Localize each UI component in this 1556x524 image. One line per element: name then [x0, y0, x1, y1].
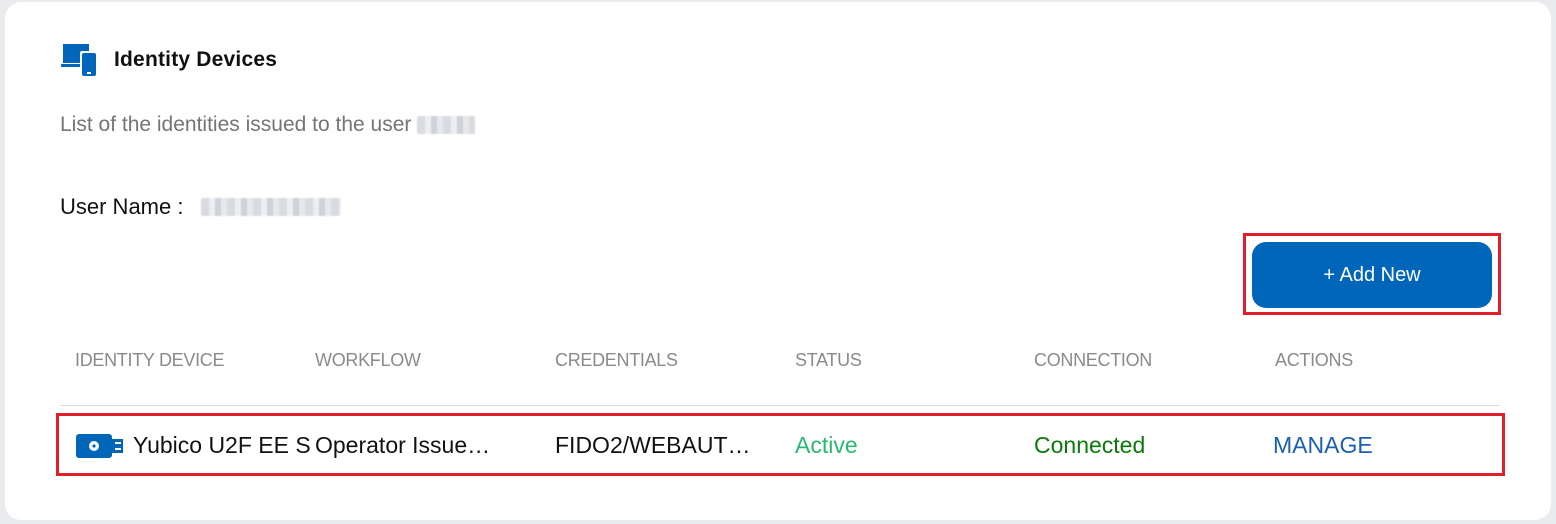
column-header-status: STATUS [795, 350, 862, 370]
manage-link[interactable]: MANAGE [1273, 432, 1373, 459]
column-header-identity-device: IDENTITY DEVICE [75, 350, 225, 370]
column-header-connection: CONNECTION [1034, 350, 1152, 370]
card-header: Identity Devices [60, 40, 277, 80]
devices-icon [61, 44, 98, 78]
add-new-button[interactable]: + Add New [1252, 242, 1492, 308]
cell-identity-device: Yubico U2F EE S [75, 432, 313, 459]
usb-security-key-icon [76, 433, 123, 458]
page-subtitle: List of the identities issued to the use… [60, 113, 476, 137]
column-header-actions: ACTIONS [1275, 350, 1353, 370]
page-title: Identity Devices [114, 48, 278, 71]
connection-status: Connected [1034, 432, 1146, 458]
cell-workflow: Operator Issue… [315, 432, 491, 458]
cell-credentials: FIDO2/WEBAUT… [555, 432, 751, 458]
device-name: Yubico U2F EE S [133, 432, 311, 458]
redacted-first-name [417, 116, 476, 134]
table-header-divider [60, 405, 1500, 406]
identity-devices-card: Identity Devices List of the identities … [5, 2, 1551, 520]
column-header-credentials: CREDENTIALS [555, 350, 678, 370]
status-badge: Active [795, 432, 858, 458]
user-name-row: User Name : [60, 194, 342, 220]
column-header-workflow: WORKFLOW [315, 350, 421, 370]
user-name-label: User Name : [60, 194, 184, 219]
redacted-user-name [201, 198, 342, 216]
subtitle-text: List of the identities issued to the use… [60, 113, 412, 136]
